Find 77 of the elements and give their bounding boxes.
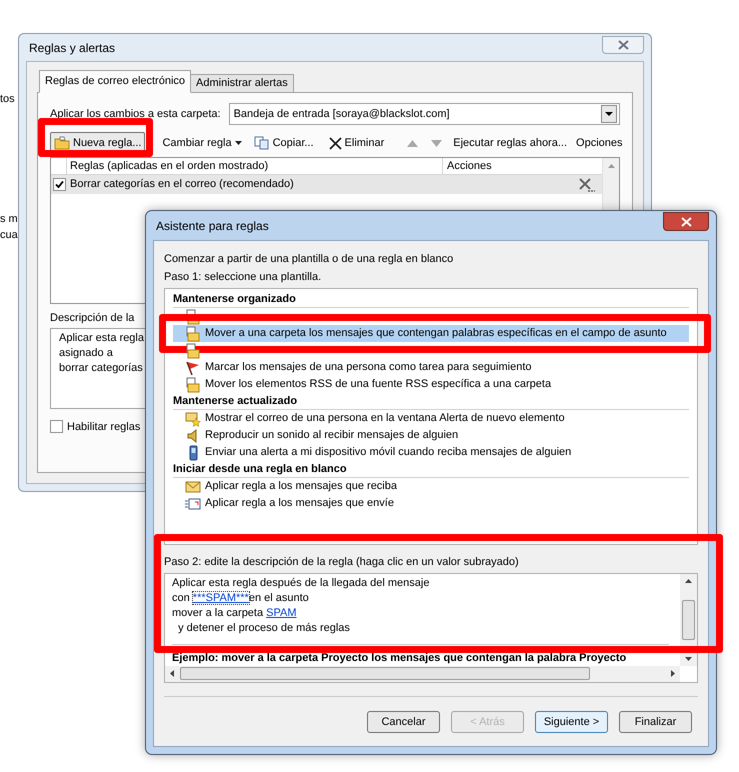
toolbar-button[interactable]: Opciones [576, 132, 622, 154]
move-up-icon [407, 140, 418, 146]
folder-page-icon [185, 376, 201, 392]
envelope-icon [185, 480, 201, 494]
outgoing-envelope-icon [185, 496, 201, 510]
scrollbar[interactable] [680, 574, 697, 666]
example-text: Ejemplo: mover a la carpeta Proyecto los mensajes que contengan la palabra Proyecto [172, 650, 628, 666]
template-item[interactable]: Reproducir un sonido al recibir mensajes de alguien [173, 427, 689, 444]
caret-icon [605, 112, 613, 116]
scroll-right-icon [671, 670, 675, 677]
description-line: y detener el proceso de más reglas [177, 620, 350, 636]
checkbox-label: Habilitar reglas [67, 420, 140, 434]
group-heading: Iniciar desde una regla en blanco [173, 461, 689, 478]
template-item[interactable]: Mover los elementos RSS de una fuente RSS específica a una carpeta [173, 376, 689, 393]
close-icon [680, 216, 692, 226]
close-icon [618, 40, 628, 50]
template-item[interactable]: Mover a una carpeta los mensajes que contengan palabras específicas en el campo de asunto [173, 325, 689, 342]
template-item[interactable]: Enviar una alerta a mi dispositivo móvil cuando reciba mensajes de alguien [173, 444, 689, 461]
description-line: con ***SPAM***en el asunto [172, 590, 309, 606]
value-link[interactable]: SPAM [266, 606, 297, 618]
template-item[interactable]: Marcar los mensajes de una persona como tarea para seguimiento [173, 359, 689, 376]
tab[interactable]: Administrar alertas [190, 74, 294, 93]
column-header[interactable]: Acciones [443, 158, 602, 174]
folder-label: Aplicar los cambios a esta carpeta: [50, 106, 221, 122]
checkbox[interactable] [50, 420, 63, 434]
rule-name: Borrar categorías en el correo (recomendado) [70, 177, 295, 192]
envelope-star-icon [185, 410, 201, 426]
scroll-thumb[interactable] [682, 600, 695, 640]
delete-icon [328, 136, 342, 150]
intro-text: Comenzar a partir de una plantilla o de una regla en blanco [164, 252, 454, 267]
window-title: Asistente para reglas [156, 218, 269, 234]
dialog-button[interactable]: Cancelar [367, 711, 440, 733]
window-title: Reglas y alertas [29, 40, 116, 56]
rule-row[interactable]: Borrar categorías en el correo (recomendado) [51, 175, 602, 194]
move-down-icon [431, 140, 442, 146]
dropdown-button[interactable] [601, 105, 617, 123]
column-header[interactable]: Reglas (aplicadas en el orden mostrado) [67, 158, 443, 174]
background-text: cua [0, 228, 18, 243]
scroll-down-icon [685, 656, 692, 660]
description-line: Aplicar esta regla después de la llegada del mensaje [172, 576, 430, 590]
horizontal-scrollbar[interactable] [165, 666, 680, 682]
folder-page-icon [185, 326, 201, 342]
toolbar-button[interactable]: Ejecutar reglas ahora... [453, 132, 568, 154]
toolbar-button[interactable]: Eliminar [326, 132, 388, 154]
value-link[interactable]: ***SPAM*** [192, 592, 249, 604]
folder-dropdown[interactable]: Bandeja de entrada [soraya@blackslot.com] [228, 103, 620, 125]
folder-page-icon [185, 308, 201, 324]
dialog-button[interactable]: Siguiente > [535, 711, 608, 733]
description-line: asignado a [59, 346, 113, 360]
group-heading: Mantenerse actualizado [173, 393, 689, 410]
group-heading: Mantenerse organizado [173, 291, 689, 308]
folder-page-icon [185, 342, 201, 358]
background-text: s m [0, 212, 18, 227]
template-item[interactable]: Mostrar el correo de una persona en la ventana Alerta de nuevo elemento [173, 410, 689, 427]
toolbar-button[interactable]: Copiar... [250, 132, 317, 154]
description-label: Descripción de la [50, 311, 134, 326]
caret-icon [234, 141, 242, 145]
scroll-up-icon [608, 164, 614, 168]
change-rule-menu[interactable]: Cambiar regla [162, 132, 242, 154]
folder-icon [54, 136, 70, 150]
template-item[interactable]: Aplicar regla a los mensajes que envíe [173, 495, 689, 512]
scroll-thumb[interactable] [180, 667, 590, 680]
scroll-up-icon [685, 578, 692, 582]
dialog-button[interactable]: Finalizar [619, 711, 692, 733]
step-label: Paso 2: edite la descripción de la regla (haga clic en un valor subrayado) [164, 555, 520, 570]
flag-icon [185, 360, 201, 376]
close-button[interactable] [663, 212, 709, 231]
checkbox[interactable] [53, 178, 66, 191]
background-text: tos [0, 92, 15, 107]
description-line: Aplicar esta regla [59, 330, 144, 346]
description-line: mover a la carpeta SPAM [172, 606, 297, 620]
scroll-left-icon [170, 670, 174, 677]
tab[interactable]: Reglas de correo electrónico [39, 70, 192, 93]
copy-icon [254, 136, 270, 150]
description-line: borrar categorías [59, 360, 143, 376]
step-label: Paso 1: seleccione una plantilla. [164, 270, 322, 284]
template-item[interactable]: Aplicar regla a los mensajes que reciba [173, 478, 689, 495]
